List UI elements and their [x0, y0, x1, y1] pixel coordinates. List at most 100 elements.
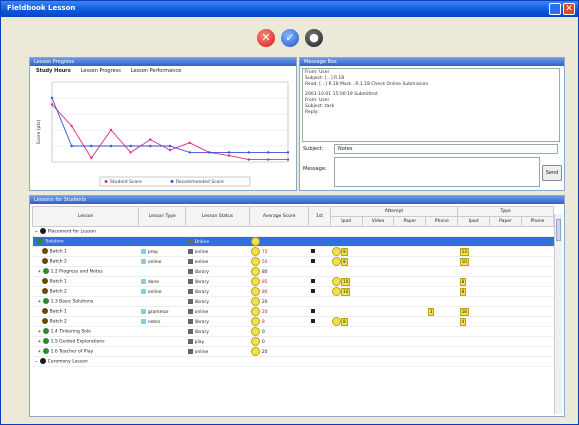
- data-point: [129, 151, 132, 154]
- batch-icon: [41, 318, 48, 325]
- type-value: 13: [459, 247, 469, 256]
- score-icon: [251, 247, 261, 256]
- data-point: [227, 151, 231, 154]
- title-bar[interactable]: Fieldbook Lesson ✕: [1, 1, 578, 17]
- sub-col[interactable]: Paper: [393, 216, 427, 227]
- message-field[interactable]: [334, 157, 540, 187]
- col-lesson-status[interactable]: Lesson Status: [185, 206, 250, 227]
- table-row[interactable]: Batch 2 online library 80 10 8: [32, 286, 554, 297]
- score-value: 20: [261, 350, 268, 355]
- type-value: 18: [459, 307, 469, 316]
- sub-col[interactable]: Phone: [425, 216, 459, 227]
- data-point: [70, 144, 73, 148]
- status-label: library: [194, 279, 210, 285]
- close-button[interactable]: ✕: [563, 3, 575, 15]
- lesson-icon: [42, 268, 49, 275]
- panel-title: Lesson Progress: [30, 58, 296, 66]
- lesson-label: Solution: [45, 239, 64, 245]
- score-icon: [251, 307, 261, 316]
- type-icon: [140, 288, 146, 294]
- table-row[interactable]: Batch 1 prep online 75 8 13: [32, 246, 554, 257]
- lessons-panel-title: Lessons for Students: [30, 196, 564, 204]
- table-row[interactable]: Batch 2 notes library 8 8 4: [32, 316, 554, 327]
- table-scrollbar[interactable]: [554, 214, 562, 414]
- sub-col[interactable]: Ipad: [329, 216, 363, 227]
- sub-col[interactable]: Phone: [521, 216, 554, 227]
- lessons-table: Lesson Lesson Type Lesson Status Average…: [31, 206, 554, 367]
- toolbar: ✕ ✓ ●: [1, 17, 578, 53]
- table-row[interactable]: + 1.3 Basic Solutions library 20: [32, 296, 554, 307]
- table-row[interactable]: + 1.2 Progress and Notes library 80: [32, 266, 554, 277]
- table-row[interactable]: + 1.6 Teacher of Play online 20: [32, 346, 554, 357]
- attempt-value: 8: [341, 318, 348, 326]
- col-lesson-type[interactable]: Lesson Type: [138, 206, 187, 227]
- type-label: online: [147, 259, 162, 265]
- col-average-score[interactable]: Average Score: [248, 206, 310, 227]
- attempt-value: 8: [341, 258, 348, 266]
- expander-icon[interactable]: −: [35, 230, 39, 235]
- status-icon: [187, 238, 193, 244]
- type-icon: [140, 258, 146, 264]
- data-point: [50, 96, 54, 100]
- sub-col[interactable]: Paper: [489, 216, 522, 227]
- status-icon: [187, 248, 193, 254]
- table-row[interactable]: + 1.5 Guided Explorations play 0: [32, 336, 554, 347]
- data-point: [267, 151, 270, 154]
- legend-student-score: Student Score: [110, 179, 142, 185]
- legend-marker-recommended: [170, 180, 174, 183]
- table-row[interactable]: Batch 2 online online 50 8 10: [32, 256, 554, 267]
- message-history[interactable]: From: User Subject: [...] R.18 Read: [..…: [302, 68, 560, 142]
- type-icon: [140, 318, 146, 324]
- table-row[interactable]: Batch 1 done library 85 10 8: [32, 276, 554, 287]
- cancel-icon[interactable]: ✕: [257, 29, 275, 47]
- data-point: [149, 144, 152, 148]
- status-icon: [187, 288, 193, 294]
- data-point: [188, 141, 191, 144]
- score-icon: [251, 347, 261, 356]
- tab-lesson-performance[interactable]: Lesson Performance: [127, 67, 186, 75]
- minimize-button[interactable]: [549, 3, 561, 15]
- status-icon: [187, 338, 193, 344]
- status-icon: [187, 318, 193, 324]
- expander-icon[interactable]: −: [35, 360, 39, 365]
- score-icon: [251, 337, 261, 346]
- lesson-icon: [37, 238, 44, 245]
- table-row[interactable]: + 1.4 Tinkering Solo library 0: [32, 326, 554, 337]
- tab-study-hours[interactable]: Study Hours: [32, 67, 75, 75]
- tab-lesson-progress[interactable]: Lesson Progress: [77, 67, 125, 75]
- table-row[interactable]: Solution Online: [32, 236, 554, 247]
- marker-icon: [310, 288, 315, 293]
- lessons-panel: Lessons for Students Lesson Lesson Type …: [29, 195, 565, 417]
- lesson-icon: [42, 338, 49, 345]
- subject-field[interactable]: Notes: [334, 144, 558, 154]
- type-value: 8: [459, 287, 467, 296]
- attempt-icon: [332, 277, 342, 286]
- table-row[interactable]: − Placement for Lesson: [32, 226, 554, 237]
- lesson-icon: [42, 298, 49, 305]
- col-lesson[interactable]: Lesson: [31, 206, 140, 227]
- status-label: library: [194, 319, 210, 325]
- sub-col[interactable]: Ipad: [457, 216, 491, 227]
- batch-icon: [41, 248, 48, 255]
- record-icon[interactable]: ●: [305, 29, 323, 47]
- col-first[interactable]: 1st: [308, 206, 331, 227]
- subject-label: Subject:: [303, 146, 324, 152]
- message-line: Reply:: [305, 110, 319, 115]
- sub-col[interactable]: Video: [361, 216, 395, 227]
- group-icon: [39, 228, 46, 235]
- status-label: online: [194, 259, 209, 265]
- col-group-attempt: Attempt: [329, 206, 459, 217]
- data-point: [208, 151, 211, 154]
- scrollbar-thumb[interactable]: [556, 219, 561, 241]
- data-point: [247, 151, 250, 154]
- send-button[interactable]: Send: [542, 165, 562, 181]
- data-point: [149, 138, 152, 141]
- table-row[interactable]: − Ceremony Lesson: [32, 356, 554, 367]
- lesson-icon: [42, 328, 49, 335]
- status-label: play: [194, 339, 205, 345]
- table-row[interactable]: Batch 1 grammar online 20 3 18: [32, 306, 554, 317]
- lesson-label: Batch 1: [49, 249, 67, 255]
- confirm-icon[interactable]: ✓: [281, 29, 299, 47]
- attempt-icon: [332, 257, 342, 266]
- data-point: [109, 144, 113, 148]
